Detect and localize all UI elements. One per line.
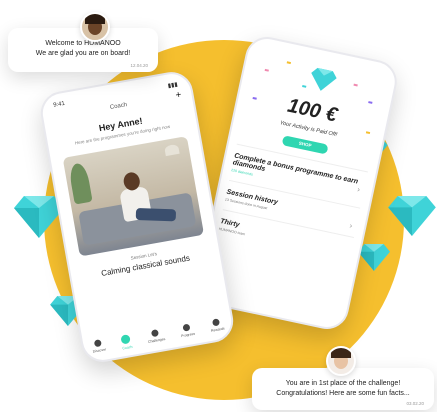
nav-discover[interactable]: Discover bbox=[91, 339, 107, 356]
confetti bbox=[368, 101, 373, 104]
challenge-text: Congratulations! Here are some fun facts… bbox=[276, 390, 410, 397]
confetti bbox=[302, 85, 307, 88]
session-photo[interactable] bbox=[62, 136, 205, 257]
challenge-title: You are in 1st place of the challenge! bbox=[285, 380, 401, 387]
nav-label: Coach bbox=[122, 344, 133, 351]
nav-label: Rewards bbox=[210, 326, 225, 333]
avatar bbox=[80, 12, 110, 42]
nav-label: Discover bbox=[92, 347, 107, 354]
confetti bbox=[264, 68, 269, 72]
header-title: Coach bbox=[109, 101, 128, 111]
progress-icon bbox=[182, 323, 191, 332]
avatar-hair bbox=[331, 348, 351, 358]
flag-icon bbox=[151, 329, 160, 338]
welcome-title: Welcome to HUMANOO bbox=[45, 40, 121, 47]
avatar bbox=[326, 346, 356, 376]
plus-icon[interactable]: + bbox=[175, 90, 183, 102]
rewards-icon bbox=[212, 318, 221, 327]
coach-icon bbox=[120, 334, 132, 345]
diamond-icon bbox=[311, 67, 337, 91]
nav-label: Challenges bbox=[147, 336, 166, 344]
message-date: 12.04.20 bbox=[130, 63, 148, 68]
nav-rewards[interactable]: Rewards bbox=[209, 318, 225, 335]
person-legs bbox=[135, 207, 177, 222]
welcome-text: We are glad you are on board! bbox=[35, 50, 131, 57]
nav-challenges[interactable]: Challenges bbox=[146, 328, 166, 346]
confetti bbox=[353, 83, 358, 87]
nav-progress[interactable]: Progress bbox=[179, 323, 195, 340]
diamond-icon bbox=[388, 196, 436, 236]
nav-coach[interactable]: Coach bbox=[120, 334, 133, 351]
avatar-hair bbox=[85, 14, 105, 24]
message-date: 03.02.20 bbox=[406, 401, 424, 406]
lamp bbox=[164, 143, 180, 157]
diamond-icon bbox=[358, 244, 390, 271]
plant bbox=[67, 162, 93, 205]
nav-label: Progress bbox=[180, 331, 196, 339]
discover-icon bbox=[94, 339, 103, 348]
confetti bbox=[286, 61, 292, 65]
shop-button[interactable]: SHOP bbox=[281, 135, 329, 155]
